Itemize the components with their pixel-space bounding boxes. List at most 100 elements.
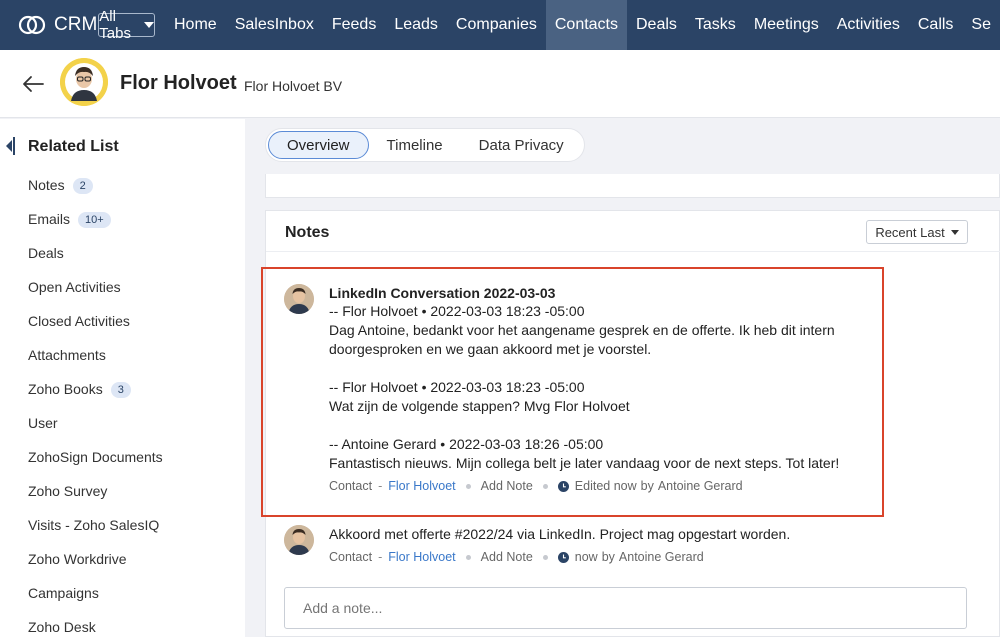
sort-order-dropdown[interactable]: Recent Last: [866, 220, 968, 244]
note-meta: Contact - Flor Holvoet Add Note now by Antoine…: [329, 550, 869, 564]
sidebar-item-open-activities[interactable]: Open Activities: [28, 277, 163, 311]
note-module-label: Contact: [329, 550, 373, 564]
meta-dash: -: [378, 550, 383, 564]
meta-dot-separator: [542, 483, 548, 489]
nav-tab-contacts[interactable]: Contacts: [545, 0, 627, 50]
sidebar-item-label: Zoho Survey: [28, 483, 108, 499]
meta-dash: -: [378, 479, 383, 493]
sidebar-item-label: Zoho Workdrive: [28, 551, 127, 567]
sidebar-item-deals[interactable]: Deals: [28, 243, 163, 277]
note-line: Fantastisch nieuws. Mijn collega belt je…: [329, 455, 840, 471]
note-author: Antoine Gerard: [618, 550, 704, 564]
add-note-input[interactable]: [284, 587, 967, 629]
sidebar-item-label: Visits - Zoho SalesIQ: [28, 517, 160, 533]
record-header: Flor Holvoet - Flor Holvoet BV: [0, 50, 1000, 118]
sidebar-item-emails[interactable]: Emails 10+: [28, 209, 163, 243]
note-by-label: by: [601, 550, 615, 564]
brand-name: CRM: [54, 14, 98, 35]
count-badge: 3: [110, 382, 131, 398]
note-title: LinkedIn Conversation 2022-03-03: [329, 285, 556, 301]
all-tabs-dropdown[interactable]: All Tabs: [98, 8, 155, 42]
count-badge: 2: [72, 178, 93, 194]
nav-tab-salesinbox[interactable]: SalesInbox: [226, 0, 323, 50]
sidebar-item-zohosign-documents[interactable]: ZohoSign Documents: [28, 447, 163, 481]
note-line: doorgesproken en we gaan akkoord met je …: [329, 341, 652, 357]
name-company-separator: -: [232, 77, 237, 93]
sidebar-item-label: Open Activities: [28, 279, 121, 295]
crm-logo[interactable]: CRM: [16, 14, 97, 36]
sidebar-item-zoho-workdrive[interactable]: Zoho Workdrive: [28, 549, 163, 583]
contact-company[interactable]: Flor Holvoet BV: [244, 78, 342, 94]
sidebar-item-zoho-desk[interactable]: Zoho Desk: [28, 617, 163, 637]
sidebar-item-user[interactable]: User: [28, 413, 163, 447]
nav-tab-deals[interactable]: Deals: [627, 0, 686, 50]
note-time: Edited now: [574, 479, 637, 493]
note-record-link[interactable]: Flor Holvoet: [388, 479, 455, 493]
note-by-label: by: [640, 479, 654, 493]
person-avatar-icon: [284, 284, 314, 314]
sidebar-item-label: Zoho Desk: [28, 619, 96, 635]
note-line: Akkoord met offerte #2022/24 via LinkedI…: [329, 526, 791, 542]
add-note-link[interactable]: Add Note: [481, 550, 533, 564]
meta-dot-separator: [465, 483, 471, 489]
meta-dot-separator: [542, 554, 548, 560]
clock-icon: [557, 480, 569, 492]
sidebar-item-visits-zoho-salesiq[interactable]: Visits - Zoho SalesIQ: [28, 515, 163, 549]
related-list: Notes 2 Emails 10+ Deals Open Activities Close…: [28, 175, 163, 637]
sidebar-item-zoho-books[interactable]: Zoho Books 3: [28, 379, 163, 413]
author-avatar: [284, 284, 314, 314]
note-line: -- Antoine Gerard • 2022-03-03 18:26 -05…: [329, 436, 604, 452]
note-time: now: [574, 550, 598, 564]
sidebar-item-label: Attachments: [28, 347, 106, 363]
note-meta: Contact - Flor Holvoet Add Note Edited now by…: [329, 479, 869, 493]
zoho-crm-logo-icon: [18, 15, 46, 35]
note-line: Wat zijn de volgende stappen? Mvg Flor H…: [329, 398, 630, 414]
tab-data-privacy[interactable]: Data Privacy: [461, 131, 582, 159]
note-line: -- Flor Holvoet • 2022-03-03 18:23 -05:0…: [329, 379, 585, 395]
sidebar-item-label: Closed Activities: [28, 313, 130, 329]
chevron-down-icon: [144, 22, 154, 28]
person-avatar-icon: [60, 58, 108, 106]
contact-avatar[interactable]: [60, 58, 108, 106]
add-note-link[interactable]: Add Note: [481, 479, 533, 493]
chevron-down-icon: [950, 229, 959, 235]
author-avatar: [284, 525, 314, 555]
sidebar-item-campaigns[interactable]: Campaigns: [28, 583, 163, 617]
clock-icon: [557, 551, 569, 563]
sidebar-item-label: Deals: [28, 245, 64, 261]
nav-tab-meetings[interactable]: Meetings: [745, 0, 828, 50]
sidebar-item-label: Campaigns: [28, 585, 99, 601]
collapse-arrow-icon[interactable]: [6, 140, 12, 152]
sidebar-item-closed-activities[interactable]: Closed Activities: [28, 311, 163, 345]
count-badge: 10+: [78, 212, 111, 228]
note-module-label: Contact: [329, 479, 373, 493]
sidebar-item-zoho-survey[interactable]: Zoho Survey: [28, 481, 163, 515]
contact-name: Flor Holvoet: [120, 72, 237, 94]
sidebar-item-notes[interactable]: Notes 2: [28, 175, 163, 209]
sidebar-item-attachments[interactable]: Attachments: [28, 345, 163, 379]
nav-tab-feeds[interactable]: Feeds: [323, 0, 385, 50]
tab-timeline[interactable]: Timeline: [369, 131, 461, 159]
back-arrow-icon[interactable]: [22, 74, 44, 94]
collapse-bar-icon[interactable]: [13, 137, 15, 155]
sidebar-item-label: User: [28, 415, 58, 431]
nav-tab-activities[interactable]: Activities: [828, 0, 909, 50]
sidebar-item-label: ZohoSign Documents: [28, 449, 163, 465]
note-body: Akkoord met offerte #2022/24 via LinkedI…: [329, 525, 869, 564]
nav-tab-calls[interactable]: Calls: [909, 0, 963, 50]
nav-tab-home[interactable]: Home: [165, 0, 226, 50]
sidebar-item-label: Emails: [28, 211, 71, 227]
nav-tab-se[interactable]: Se: [962, 0, 1000, 50]
nav-tab-leads[interactable]: Leads: [385, 0, 447, 50]
related-list-sidebar: Related List Notes 2 Emails 10+ Deals Open Ac…: [0, 119, 245, 637]
note-line: Dag Antoine, bedankt voor het aangename …: [329, 322, 835, 338]
tab-overview[interactable]: Overview: [268, 131, 369, 159]
note-record-link[interactable]: Flor Holvoet: [388, 550, 455, 564]
nav-tab-companies[interactable]: Companies: [447, 0, 546, 50]
nav-tabs: Home SalesInbox Feeds Leads Companies Contact…: [165, 0, 1000, 50]
nav-tab-tasks[interactable]: Tasks: [686, 0, 745, 50]
notes-title: Notes: [285, 224, 330, 241]
sidebar-item-label: Notes: [28, 177, 65, 193]
note-body: LinkedIn Conversation 2022-03-03 -- Flor …: [329, 284, 869, 493]
top-nav: CRM All Tabs Home SalesInbox Feeds Leads Com…: [0, 0, 1000, 50]
